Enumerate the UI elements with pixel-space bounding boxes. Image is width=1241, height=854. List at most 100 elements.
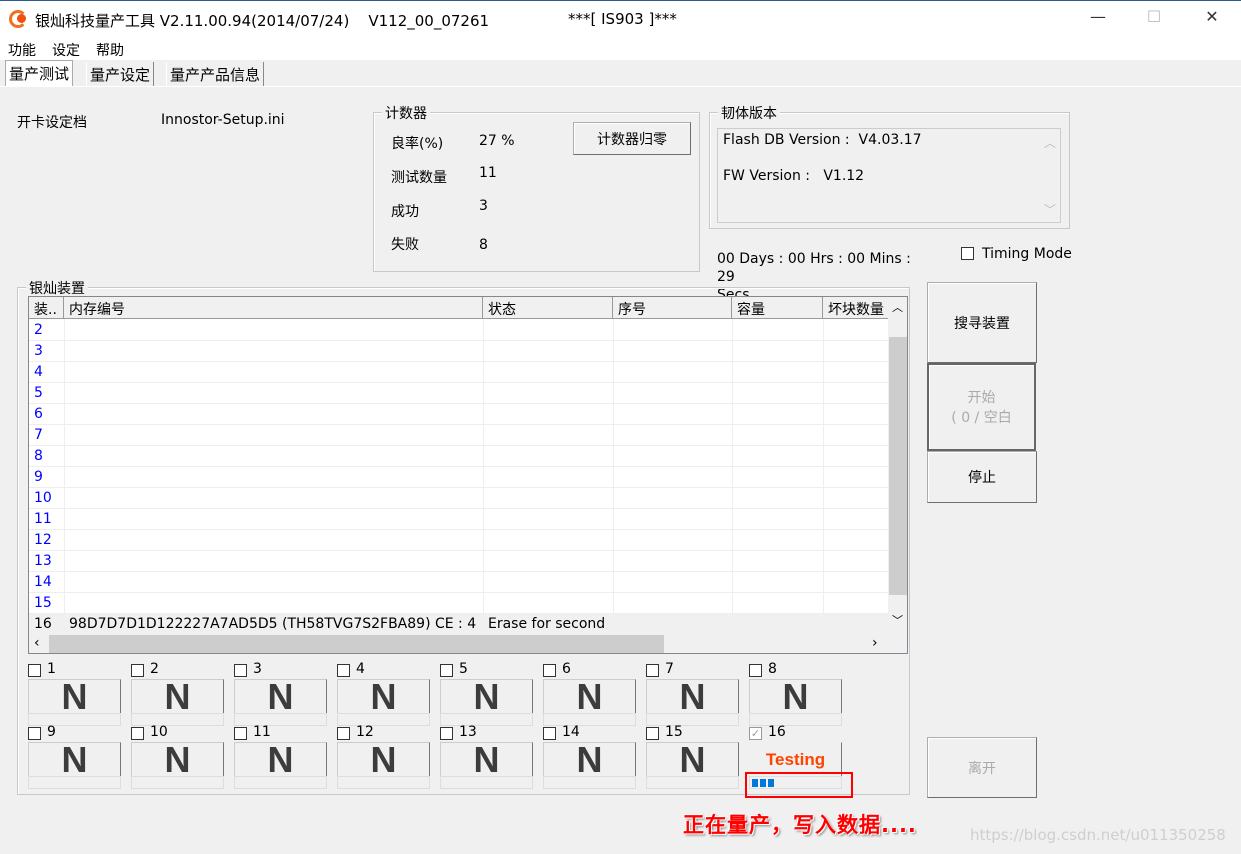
table-row[interactable]: 6 (29, 404, 888, 425)
table-row[interactable]: 15 (29, 593, 888, 614)
table-row[interactable]: 3 (29, 341, 888, 362)
slot-progress-bar (131, 776, 224, 789)
column-header[interactable]: 内存编号 (64, 297, 483, 319)
tab-production-test[interactable]: 量产测试 (5, 60, 74, 87)
slot-checkbox[interactable] (28, 664, 41, 677)
table-row[interactable]: 9 (29, 467, 888, 488)
device-list[interactable]: 装.. 内存编号 状态 序号 容量 坏块数量 2 3 4 5 6 7 8 9 10 11 … (28, 296, 908, 654)
exit-button[interactable]: 离开 (927, 737, 1037, 798)
slot-number: 4 (356, 661, 365, 677)
minimize-button[interactable]: — (1083, 7, 1113, 26)
test-count-value: 11 (479, 165, 497, 181)
tab-divider (0, 86, 1241, 87)
firmware-textbox[interactable]: Flash DB Version : V4.03.17 FW Version :… (717, 128, 1061, 223)
slot-progress-bar (131, 713, 224, 726)
menu-settings[interactable]: 设定 (52, 40, 80, 60)
table-row[interactable]: 12 (29, 530, 888, 551)
slot-checkbox[interactable]: ✓ (749, 727, 762, 740)
slot-progress-bar (337, 713, 430, 726)
slot-checkbox[interactable] (234, 664, 247, 677)
slot-status: N (234, 739, 327, 780)
table-row[interactable]: 13 (29, 551, 888, 572)
slot-checkbox[interactable] (131, 727, 144, 740)
maximize-button[interactable]: ☐ (1139, 7, 1169, 26)
menu-help[interactable]: 帮助 (96, 40, 124, 60)
slot-progress-bar (28, 776, 121, 789)
slot-checkbox[interactable] (440, 664, 453, 677)
scroll-thumb[interactable] (49, 635, 664, 653)
start-label: 开始 (967, 390, 996, 406)
slot-progress-bar (646, 713, 739, 726)
slot-checkbox[interactable] (440, 727, 453, 740)
ic-model: ***[ IS903 ]*** (568, 10, 677, 28)
scroll-down-icon[interactable]: ﹀ (1044, 201, 1056, 218)
column-header[interactable]: 容量 (732, 297, 823, 319)
column-header[interactable]: 状态 (483, 297, 613, 319)
search-devices-button[interactable]: 搜寻装置 (927, 282, 1037, 363)
slot-checkbox[interactable] (337, 664, 350, 677)
reset-counter-button[interactable]: 计数器归零 (573, 122, 691, 155)
counter-group: 计数器 良率(%) 27 % 测试数量 11 成功 3 失败 8 计数器归零 (373, 103, 700, 272)
watermark: https://blog.csdn.net/u011350258 (970, 826, 1226, 844)
horizontal-scrollbar[interactable]: ‹ › (29, 634, 907, 653)
slot-progress-bar (440, 776, 533, 789)
slot-status: N (337, 739, 430, 780)
tab-product-info[interactable]: 量产产品信息 (166, 62, 265, 86)
slot-checkbox[interactable] (543, 727, 556, 740)
timing-mode-checkbox[interactable] (961, 247, 974, 260)
slot-status: N (337, 676, 430, 717)
slot-checkbox[interactable] (337, 727, 350, 740)
row-number: 7 (34, 427, 43, 443)
timer: 00 Days : 00 Hrs : 00 Mins : 29 Secs (717, 250, 932, 303)
table-row[interactable]: 2 (29, 320, 888, 341)
window-title: 银灿科技量产工具 V2.11.00.94(2014/07/24) V112_00… (35, 12, 490, 30)
slot-progress-bar (543, 776, 636, 789)
scroll-up-icon[interactable]: ︿ (1044, 134, 1056, 151)
annotation-text: 正在量产，写入数据.... (683, 813, 917, 837)
scroll-up-icon[interactable]: ︿ (892, 299, 903, 315)
slot-checkbox[interactable] (28, 727, 41, 740)
firmware-title: 韧体版本 (718, 103, 780, 123)
menu-function[interactable]: 功能 (8, 40, 36, 60)
table-row[interactable]: 14 (29, 572, 888, 593)
slot-checkbox[interactable] (749, 664, 762, 677)
slot-progress-bar (234, 776, 327, 789)
slot-checkbox[interactable] (543, 664, 556, 677)
flash-db-version: Flash DB Version : V4.03.17 (723, 132, 922, 148)
table-row[interactable]: 11 (29, 509, 888, 530)
row-number: 10 (34, 490, 52, 506)
slot-progress-bar (28, 713, 121, 726)
table-row[interactable]: 10 (29, 488, 888, 509)
tab-production-settings[interactable]: 量产设定 (86, 62, 155, 86)
slot-number: 9 (47, 724, 56, 740)
scroll-thumb[interactable] (889, 337, 907, 595)
scroll-down-icon[interactable]: ﹀ (892, 612, 903, 628)
slot-progress-bar (646, 776, 739, 789)
column-header[interactable]: 装.. (29, 297, 64, 319)
slot-checkbox[interactable] (646, 664, 659, 677)
start-button[interactable]: 开始 ( 0 / 空白 (927, 363, 1036, 451)
slot-checkbox[interactable] (131, 664, 144, 677)
annotation-highlight-box (745, 772, 853, 798)
vertical-scrollbar[interactable]: ︿ ﹀ (888, 297, 907, 634)
scroll-right-icon[interactable]: › (872, 635, 878, 651)
column-header[interactable]: 坏块数量 (823, 297, 889, 319)
table-row[interactable]: 8 (29, 446, 888, 467)
slot-status: N (440, 739, 533, 780)
scroll-left-icon[interactable]: ‹ (34, 635, 40, 651)
table-row[interactable]: 16 98D7D7D1D122227A7AD5D5 (TH58TVG7S2FBA… (29, 614, 888, 635)
table-row[interactable]: 7 (29, 425, 888, 446)
close-button[interactable]: ✕ (1197, 7, 1227, 26)
row-number: 6 (34, 406, 43, 422)
stop-button[interactable]: 停止 (927, 451, 1037, 503)
table-row[interactable]: 4 (29, 362, 888, 383)
slot-status: N (131, 676, 224, 717)
app-logo-dot (17, 14, 26, 23)
table-row[interactable]: 5 (29, 383, 888, 404)
slot-checkbox[interactable] (646, 727, 659, 740)
column-header[interactable]: 序号 (613, 297, 732, 319)
slot-status: N (440, 676, 533, 717)
slot-checkbox[interactable] (234, 727, 247, 740)
row-number: 12 (34, 532, 52, 548)
slot-number: 3 (253, 661, 262, 677)
